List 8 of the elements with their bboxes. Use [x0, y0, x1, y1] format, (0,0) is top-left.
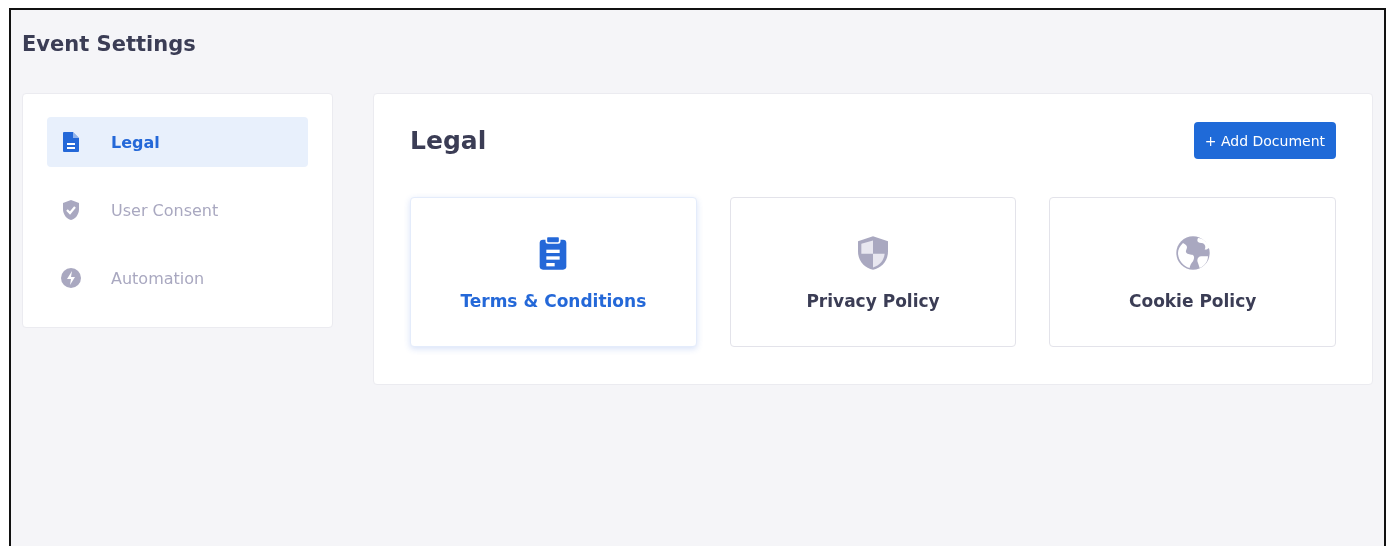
section-title: Legal [410, 126, 487, 155]
add-document-button[interactable]: + Add Document [1193, 122, 1336, 159]
sidebar-item[interactable]: Legal [47, 117, 308, 167]
document-card[interactable]: Terms & Conditions [410, 197, 697, 347]
page-title: Event Settings [22, 32, 197, 58]
document-card[interactable]: Cookie Policy [1049, 197, 1336, 347]
document-card[interactable]: Privacy Policy [729, 197, 1017, 347]
lightning-icon [59, 266, 83, 290]
